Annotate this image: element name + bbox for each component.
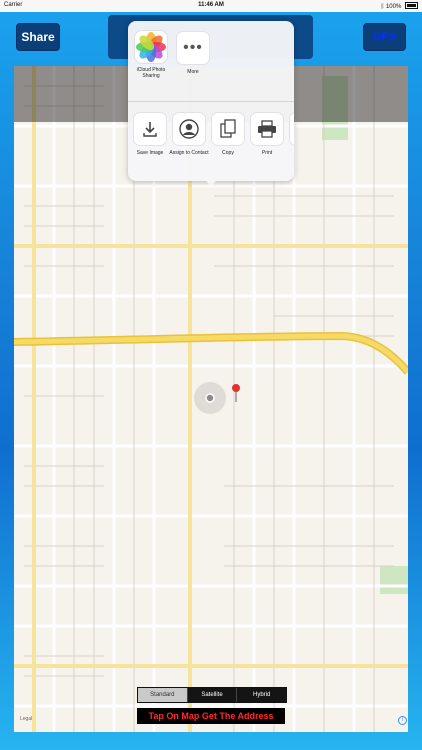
save-image-icon: [133, 112, 167, 146]
battery-icon: [405, 2, 418, 9]
action-save-image[interactable]: Save Image: [130, 112, 170, 156]
more-icon: •••: [176, 31, 210, 65]
map-type-hybrid[interactable]: Hybrid: [236, 688, 287, 702]
map-type-standard[interactable]: Standard: [138, 688, 187, 702]
print-icon: [250, 112, 284, 146]
action-label: Copy: [222, 150, 234, 156]
contact-icon: [172, 112, 206, 146]
action-print[interactable]: Print: [247, 112, 287, 156]
tap-hint-button[interactable]: Tap On Map Get The Address: [137, 708, 285, 724]
share-app-icloud[interactable]: iCloud Photo Sharing: [131, 31, 171, 79]
action-assign-contact[interactable]: Assign to Contact: [169, 112, 209, 156]
share-app-label: More: [187, 69, 199, 75]
action-partial[interactable]: A: [286, 112, 294, 156]
gps-button[interactable]: GPS: [363, 23, 406, 51]
action-copy[interactable]: Copy: [208, 112, 248, 156]
status-right: ᛒ 100%: [381, 2, 418, 10]
copy-icon: [211, 112, 245, 146]
share-app-more[interactable]: ••• More: [173, 31, 213, 75]
map-type-satellite[interactable]: Satellite: [186, 688, 237, 702]
share-button[interactable]: Share: [16, 23, 60, 51]
park-area: [380, 566, 408, 594]
clock: 11:46 AM: [198, 2, 224, 8]
share-app-label: iCloud Photo Sharing: [136, 67, 166, 79]
map-type-control: Standard Satellite Hybrid: [137, 687, 287, 703]
map-pin-icon: [232, 384, 240, 392]
share-apps-row: iCloud Photo Sharing ••• More: [128, 21, 294, 101]
battery-percent: 100%: [385, 4, 402, 10]
action-label: Save Image: [136, 150, 164, 156]
status-bar: Carrier 11:46 AM ᛒ 100%: [0, 0, 422, 12]
bluetooth-icon: ᛒ: [380, 4, 385, 10]
location-dot-icon: [205, 393, 215, 403]
legal-link[interactable]: Legal: [20, 716, 32, 722]
partial-icon: [289, 112, 294, 146]
photos-icon: [135, 31, 167, 63]
info-icon[interactable]: i: [398, 716, 407, 725]
action-label: Print: [261, 150, 273, 156]
share-sheet: iCloud Photo Sharing ••• More Save Image…: [128, 21, 294, 181]
share-actions-row: Save Image Assign to Contact Copy Print …: [128, 102, 294, 181]
action-label: Assign to Contact: [169, 150, 209, 156]
sheet-caret: [204, 179, 218, 186]
